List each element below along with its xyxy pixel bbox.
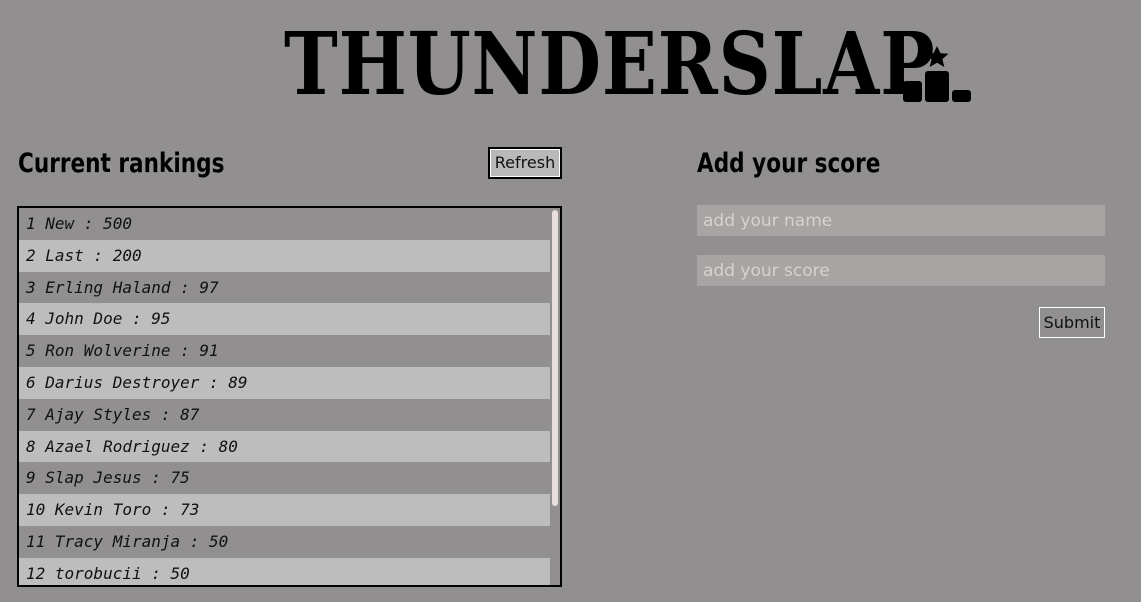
add-score-heading: Add your score (697, 148, 881, 179)
ranking-row: 11 Tracy Miranja : 50 (19, 525, 551, 558)
rankings-list-box[interactable]: 1 New : 500 2 Last : 200 3 Erling Haland… (17, 206, 562, 587)
ranking-row: 2 Last : 200 (19, 239, 551, 272)
refresh-button[interactable]: Refresh (488, 147, 562, 179)
ranking-row: 8 Azael Rodriguez : 80 (19, 430, 551, 463)
ranking-row: 3 Erling Haland : 97 (19, 271, 551, 304)
site-title: THUNDERSLAP (284, 14, 936, 115)
ranking-row: 7 Ajay Styles : 87 (19, 398, 551, 431)
ranking-row: 6 Darius Destroyer : 89 (19, 366, 551, 399)
rankings-heading: Current rankings (18, 148, 225, 179)
ranking-row: 10 Kevin Toro : 73 (19, 494, 551, 526)
site-header: THUNDERSLAP (0, 10, 1141, 114)
ranking-row: 1 New : 500 (19, 208, 551, 240)
ranking-row: 12 torobucii : 50 (19, 557, 551, 585)
rankings-scrollbar[interactable] (550, 208, 560, 585)
ranking-row: 5 Ron Wolverine : 91 (19, 335, 551, 367)
podium-icon (903, 46, 971, 102)
score-input[interactable] (697, 255, 1105, 286)
rankings-list: 1 New : 500 2 Last : 200 3 Erling Haland… (19, 208, 551, 585)
ranking-row: 4 John Doe : 95 (19, 303, 551, 336)
ranking-row: 9 Slap Jesus : 75 (19, 462, 551, 495)
rankings-scrollbar-thumb[interactable] (552, 210, 558, 506)
submit-button[interactable]: Submit (1039, 307, 1105, 338)
name-input[interactable] (697, 205, 1105, 236)
